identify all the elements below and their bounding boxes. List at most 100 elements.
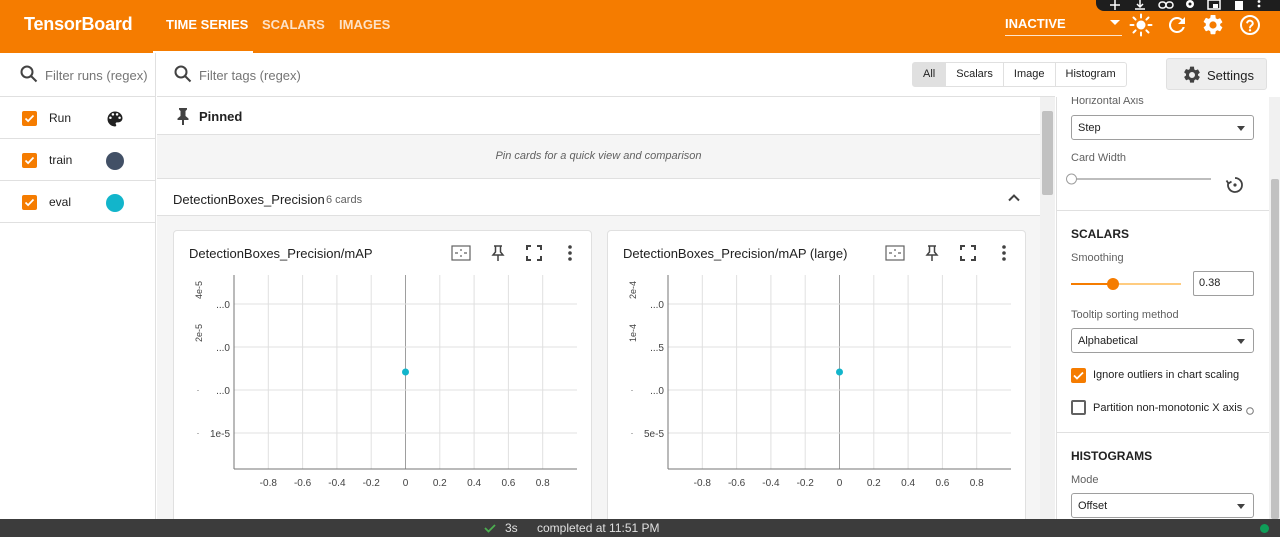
- pin-icon[interactable]: [488, 243, 508, 266]
- x-tick-label: -0.8: [694, 478, 712, 489]
- x-tick-label: 0.2: [433, 478, 447, 489]
- palette-icon[interactable]: [105, 109, 125, 132]
- scalar-chart[interactable]: -0.8 -0.6 -0.4 -0.2 0 0.2 0.4 0.6 0.8 ...0 2e-4...…: [608, 271, 1027, 496]
- plugin-status-select[interactable]: INACTIVE: [1005, 14, 1122, 36]
- scalar-chart[interactable]: -0.8 -0.6 -0.4 -0.2 0 0.2 0.4 0.6 0.8 ...0 4e-5...…: [174, 271, 593, 496]
- type-filter-image[interactable]: Image: [1004, 63, 1056, 86]
- type-filter-scalars[interactable]: Scalars: [946, 63, 1004, 86]
- x-tick-label: 0: [837, 478, 843, 489]
- picture-in-picture-icon[interactable]: [1207, 0, 1221, 11]
- more-vert-icon[interactable]: [560, 243, 580, 266]
- horizontal-axis-select[interactable]: Step: [1071, 115, 1254, 140]
- tab-images[interactable]: IMAGES: [339, 17, 390, 32]
- run-color-swatch-eval[interactable]: [106, 194, 124, 212]
- x-tick-label: -0.6: [294, 478, 312, 489]
- divider: [1057, 432, 1269, 433]
- tab-time-series[interactable]: TIME SERIES: [166, 17, 248, 32]
- run-checkbox-train[interactable]: [22, 153, 37, 168]
- run-label: Run: [49, 111, 72, 125]
- top-app-bar: TensorBoard TIME SERIES SCALARS IMAGES I…: [0, 0, 1280, 53]
- x-tick-label: 0.6: [501, 478, 515, 489]
- link-icon[interactable]: [1158, 0, 1174, 11]
- data-point: [402, 368, 409, 376]
- more-vert-icon[interactable]: [994, 243, 1014, 266]
- fit-domain-icon[interactable]: [885, 243, 905, 266]
- smoothing-input-value: 0.38: [1199, 277, 1221, 289]
- chevron-up-icon[interactable]: [1006, 190, 1022, 209]
- x-tick-label: -0.8: [260, 478, 278, 489]
- y-tick-label: ...5: [650, 343, 664, 354]
- fit-domain-icon[interactable]: [451, 243, 471, 266]
- x-tick-label: 0: [403, 478, 409, 489]
- card-width-slider[interactable]: [1071, 178, 1211, 180]
- pinned-title: Pinned: [199, 109, 243, 124]
- run-row: eval: [0, 182, 155, 223]
- ignore-outliers-label: Ignore outliers in chart scaling: [1093, 369, 1240, 381]
- tooltip-sorting-select[interactable]: Alphabetical: [1071, 328, 1254, 353]
- card-width-label: Card Width: [1071, 152, 1127, 164]
- partition-x-axis-checkbox[interactable]: [1071, 400, 1086, 415]
- tags-filter-input[interactable]: Filter tags (regex): [199, 68, 301, 83]
- y-tick-exponent: 2e-4: [628, 281, 638, 299]
- runs-filter[interactable]: Filter runs (regex): [0, 53, 155, 97]
- settings-gear-icon[interactable]: [1201, 13, 1225, 37]
- x-tick-label: 0.8: [536, 478, 550, 489]
- smoothing-slider-thumb[interactable]: [1106, 278, 1119, 290]
- fullscreen-icon[interactable]: [958, 243, 978, 266]
- trash-icon[interactable]: [1232, 0, 1246, 11]
- check-icon: [483, 521, 497, 537]
- status-message: completed at 11:51 PM: [537, 521, 660, 535]
- y-tick-label: ...0: [216, 343, 230, 354]
- smoothing-label: Smoothing: [1071, 252, 1124, 264]
- fullscreen-icon[interactable]: [524, 243, 544, 266]
- settings-button[interactable]: Settings: [1166, 58, 1267, 90]
- x-tick-label: 0.6: [935, 478, 949, 489]
- reset-icon[interactable]: [1225, 175, 1245, 198]
- runs-panel: Filter runs (regex) Run train eval: [0, 53, 156, 519]
- chevron-down-icon: [1237, 504, 1245, 509]
- y-tick-exponent: 1e-4: [628, 324, 638, 342]
- plugin-status-value: INACTIVE: [1005, 16, 1066, 31]
- download-icon[interactable]: [1133, 0, 1147, 11]
- help-icon[interactable]: [1246, 403, 1254, 418]
- tooltip-sorting-value: Alphabetical: [1078, 335, 1138, 347]
- help-icon[interactable]: [1238, 13, 1262, 37]
- y-tick-label: 5e-5: [644, 429, 664, 440]
- pin-icon[interactable]: [922, 243, 942, 266]
- brightness-icon[interactable]: [1129, 13, 1153, 37]
- type-filter-all[interactable]: All: [913, 63, 947, 86]
- main-scrollbar-thumb[interactable]: [1042, 111, 1053, 195]
- tab-scalars[interactable]: SCALARS: [262, 17, 325, 32]
- run-checkbox-eval[interactable]: [22, 195, 37, 210]
- y-tick-exponent: 4e-5: [194, 281, 204, 299]
- main-cards-area: Pinned Pin cards for a quick view and co…: [157, 97, 1040, 519]
- scalar-card: DetectionBoxes_Precision/mAP -0.8 -0.6 -0.…: [173, 230, 592, 519]
- y-tick-label: ...0: [650, 300, 664, 311]
- plugin-type-toggle: All Scalars Image Histogram: [912, 62, 1127, 87]
- settings-scrollbar-thumb[interactable]: [1271, 179, 1279, 519]
- search-icon: [20, 65, 38, 86]
- x-tick-label: 0.4: [467, 478, 481, 489]
- main-scrollbar[interactable]: [1040, 97, 1055, 519]
- smoothing-input[interactable]: 0.38: [1193, 271, 1254, 296]
- search-icon: [174, 65, 192, 86]
- pinned-section-header: Pinned: [157, 97, 1040, 135]
- run-select-all-checkbox[interactable]: [22, 111, 37, 126]
- settings-panel: Horizontal Axis Step Card Width SCALARS …: [1056, 97, 1269, 519]
- histogram-mode-value: Offset: [1078, 500, 1108, 512]
- run-color-swatch-train[interactable]: [106, 152, 124, 170]
- histogram-mode-select[interactable]: Offset: [1071, 493, 1254, 518]
- move-icon[interactable]: [1108, 0, 1122, 11]
- more-vert-icon[interactable]: [1254, 0, 1264, 11]
- partition-x-axis-label: Partition non-monotonic X axis: [1093, 402, 1243, 414]
- settings-scrollbar[interactable]: [1269, 97, 1280, 519]
- card-title: DetectionBoxes_Precision/mAP: [189, 246, 373, 261]
- ignore-outliers-checkbox[interactable]: [1071, 368, 1086, 383]
- type-filter-histogram[interactable]: Histogram: [1056, 63, 1126, 86]
- card-group-name: DetectionBoxes_Precision: [173, 192, 325, 207]
- overlay-gear-icon[interactable]: [1183, 0, 1197, 11]
- card-width-slider-thumb[interactable]: [1066, 173, 1077, 185]
- refresh-icon[interactable]: [1165, 13, 1189, 37]
- x-tick-label: 0.2: [867, 478, 881, 489]
- card-group-header[interactable]: DetectionBoxes_Precision 6 cards: [157, 178, 1040, 216]
